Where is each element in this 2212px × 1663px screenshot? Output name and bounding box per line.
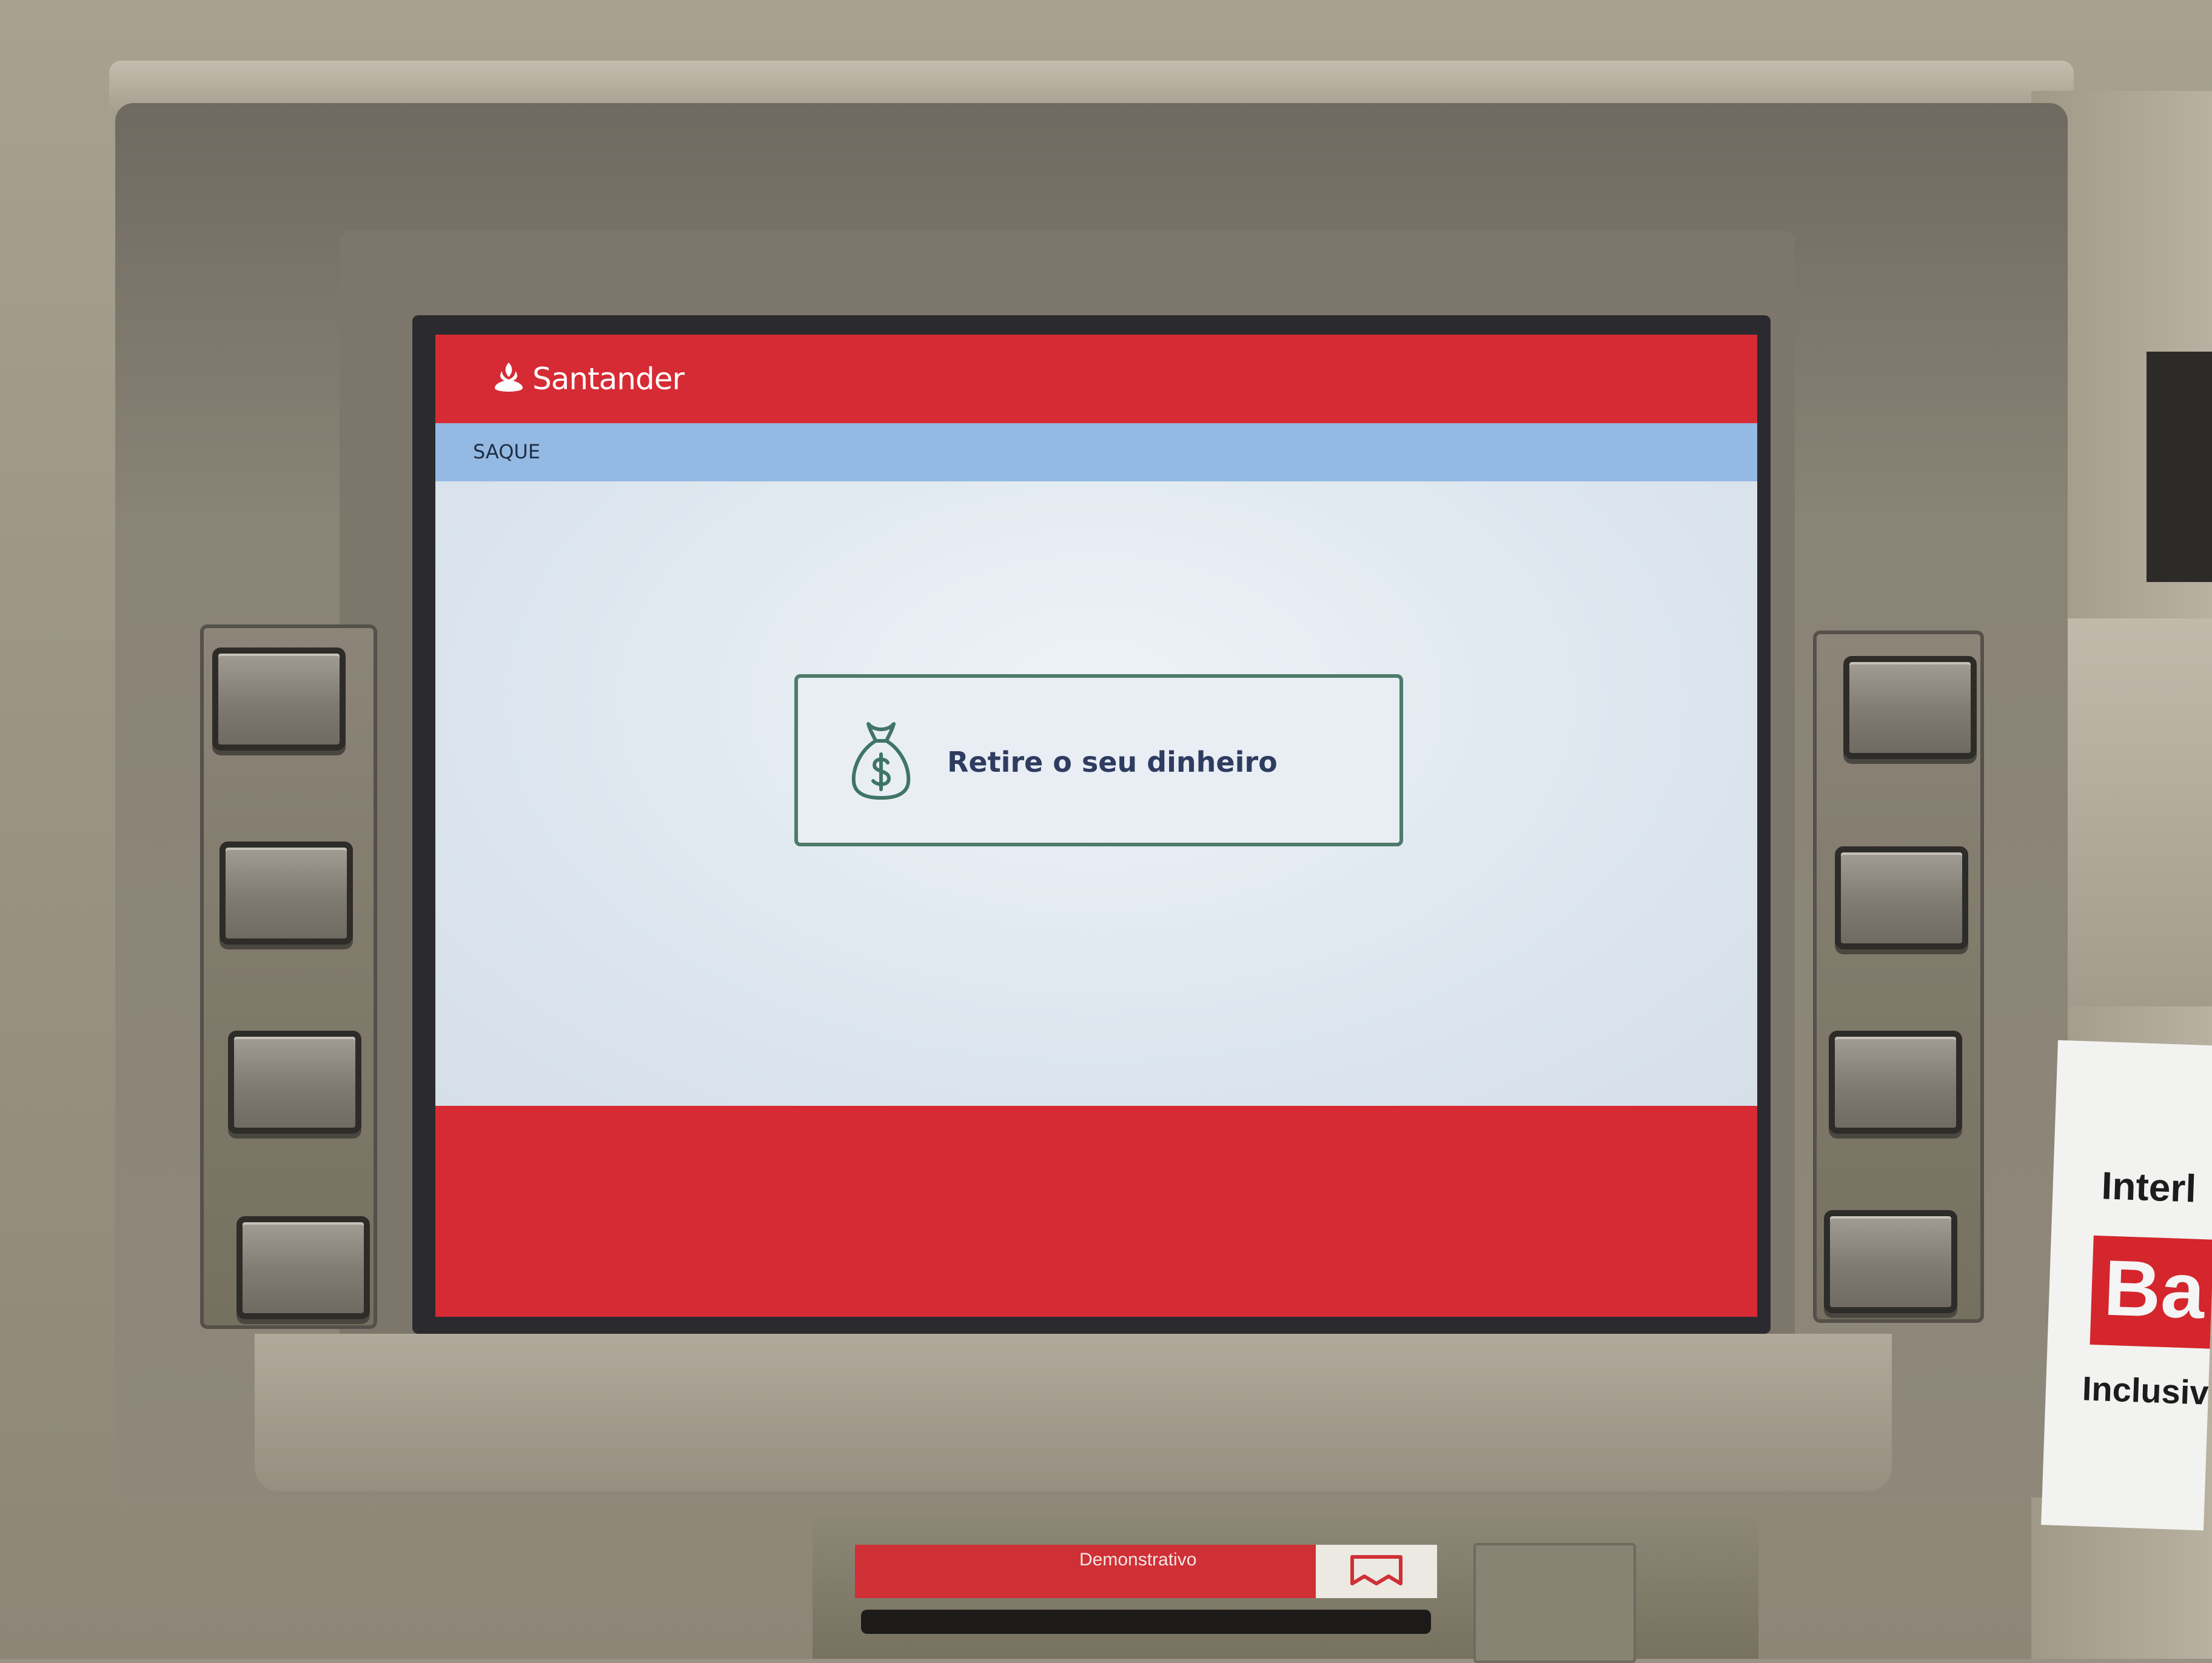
bezel-bottom-ledge xyxy=(255,1334,1892,1491)
atm-screen: Santander SAQUE Retire o seu dinheiro xyxy=(435,335,1757,1317)
sticker-badge-text: Ba xyxy=(2102,1243,2207,1336)
right-function-key-1[interactable] xyxy=(1843,656,1977,759)
right-function-key-4[interactable] xyxy=(1824,1210,1957,1313)
screen-title-bar: SAQUE xyxy=(435,423,1757,481)
santander-logo: Santander xyxy=(491,359,685,399)
left-function-key-1[interactable] xyxy=(212,647,346,751)
card-slot[interactable] xyxy=(2147,352,2212,582)
receipt-label: Demonstrativo xyxy=(855,1545,1316,1598)
sticker-line1: Interl xyxy=(2100,1163,2197,1211)
receipt-icon xyxy=(1316,1545,1437,1598)
interbank-sticker: Interl Ba Inclusiv xyxy=(2041,1040,2212,1531)
left-function-key-4[interactable] xyxy=(236,1216,370,1319)
screen-content: Retire o seu dinheiro xyxy=(435,481,1757,1106)
receipt-label-text: Demonstrativo xyxy=(1079,1550,1197,1570)
flame-icon xyxy=(495,363,523,392)
sticker-line2: Inclusiv xyxy=(2081,1369,2210,1412)
screen-footer xyxy=(435,1106,1757,1317)
receipt-slot[interactable] xyxy=(861,1610,1431,1634)
sticker-red-badge: Ba xyxy=(2090,1235,2212,1349)
right-function-key-2[interactable] xyxy=(1835,846,1968,949)
right-function-key-3[interactable] xyxy=(1829,1031,1962,1134)
brand-name: Santander xyxy=(532,361,685,397)
screen-title: SAQUE xyxy=(473,440,541,463)
left-function-key-2[interactable] xyxy=(220,842,353,945)
message-box: Retire o seu dinheiro xyxy=(794,674,1403,846)
left-function-key-3[interactable] xyxy=(228,1031,361,1134)
screen-header: Santander xyxy=(435,335,1757,423)
money-bag-icon xyxy=(851,722,911,800)
message-text: Retire o seu dinheiro xyxy=(947,746,1278,778)
auxiliary-slot xyxy=(1473,1543,1636,1663)
